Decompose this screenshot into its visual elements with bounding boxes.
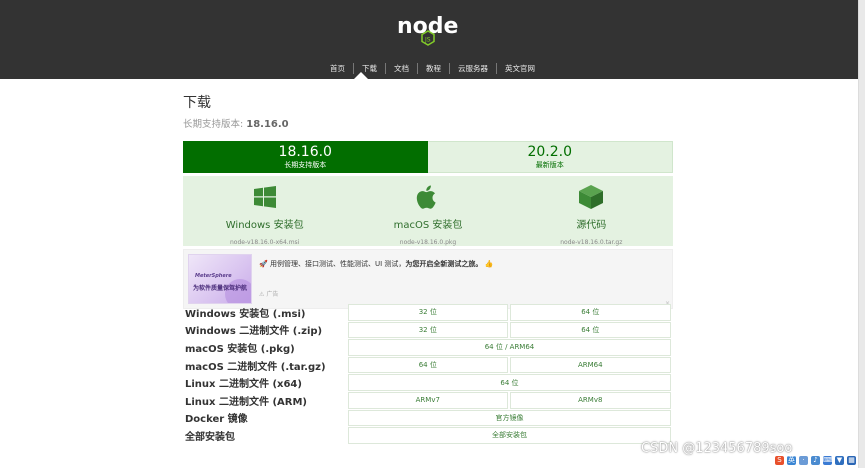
ad-banner[interactable]: MeterSphere 为软件质量保驾护航 🚀 用例管理、接口测试、性能测试、U… bbox=[183, 249, 673, 309]
ad-text-normal: 用例管理、接口测试、性能测试、UI 测试， bbox=[269, 260, 406, 268]
table-row: Windows 安装包 (.msi) 32 位 64 位 bbox=[185, 304, 671, 321]
box-icon bbox=[577, 183, 605, 211]
scrollbar[interactable] bbox=[858, 0, 865, 468]
download-link[interactable]: 全部安装包 bbox=[348, 427, 671, 444]
download-source-label: 源代码 bbox=[576, 220, 607, 231]
toolbox-icon[interactable]: ▦ bbox=[847, 455, 856, 465]
nav-english-site[interactable]: 英文官网 bbox=[497, 63, 543, 74]
download-link[interactable]: 32 位 bbox=[348, 304, 508, 321]
lts-version: 18.16.0 bbox=[246, 119, 289, 130]
table-row: Linux 二进制文件 (x64) 64 位 bbox=[185, 374, 671, 391]
download-link[interactable]: 32 位 bbox=[348, 321, 508, 339]
download-windows-label: Windows 安装包 bbox=[225, 220, 304, 231]
download-link[interactable]: 64 位 bbox=[509, 321, 671, 339]
table-row: macOS 二进制文件 (.tar.gz) 64 位 ARM64 bbox=[185, 356, 671, 374]
ad-image-slogan: 为软件质量保驾护航 bbox=[193, 285, 248, 292]
main-content: 下载 长期支持版本: 18.16.0 18.16.0 长期支持版本 20.2.0… bbox=[183, 92, 673, 444]
apple-icon bbox=[414, 183, 442, 211]
thumb-icon: 👍 bbox=[484, 260, 494, 268]
lts-info: 长期支持版本: 18.16.0 bbox=[183, 116, 673, 130]
download-link[interactable]: ARM64 bbox=[509, 356, 671, 374]
row-label: Windows 安装包 (.msi) bbox=[185, 308, 306, 320]
ad-text[interactable]: 🚀 用例管理、接口测试、性能测试、UI 测试，为您开启全新测试之旅。 👍 bbox=[259, 259, 493, 269]
download-link[interactable]: ARMv8 bbox=[509, 391, 671, 409]
tab-lts-version: 18.16.0 bbox=[278, 144, 332, 160]
download-link[interactable]: 64 位 bbox=[509, 304, 671, 321]
download-link[interactable]: 64 位 bbox=[348, 374, 671, 391]
svg-text:node: node bbox=[397, 14, 458, 39]
active-nav-indicator bbox=[354, 72, 368, 79]
lts-prefix: 长期支持版本: bbox=[183, 119, 247, 130]
table-row: Linux 二进制文件 (ARM) ARMv7 ARMv8 bbox=[185, 391, 671, 409]
download-windows[interactable]: Windows 安装包 node-v18.16.0-x64.msi bbox=[183, 176, 346, 246]
main-nav: 首页 下载 文档 教程 云服务器 英文官网 bbox=[0, 57, 865, 79]
download-table: Windows 安装包 (.msi) 32 位 64 位 Windows 二进制… bbox=[183, 303, 673, 445]
mic-icon[interactable]: ♪ bbox=[811, 455, 820, 465]
punctuation-icon[interactable]: · bbox=[799, 455, 808, 465]
table-row: macOS 安装包 (.pkg) 64 位 / ARM64 bbox=[185, 339, 671, 356]
row-label: macOS 二进制文件 (.tar.gz) bbox=[185, 361, 326, 373]
nav-tutorial[interactable]: 教程 bbox=[418, 63, 449, 74]
language-icon[interactable]: 英 bbox=[787, 455, 796, 465]
nav-docs[interactable]: 文档 bbox=[386, 63, 417, 74]
version-tabs: 18.16.0 长期支持版本 20.2.0 最新版本 bbox=[183, 141, 673, 173]
download-link[interactable]: ARMv7 bbox=[348, 391, 508, 409]
rocket-icon: 🚀 bbox=[259, 260, 268, 268]
row-label: 全部安装包 bbox=[185, 431, 235, 443]
skin-icon[interactable]: ▼ bbox=[835, 455, 844, 465]
download-source[interactable]: 源代码 node-v18.16.0.tar.gz bbox=[510, 176, 673, 246]
ad-image-brand: MeterSphere bbox=[195, 273, 232, 279]
tab-current-version: 20.2.0 bbox=[527, 144, 573, 160]
site-header: node JS 首页 下载 文档 教程 云服务器 英文官网 bbox=[0, 0, 865, 79]
page-title: 下载 bbox=[183, 95, 211, 111]
ad-mark: ⚠ 广告 bbox=[259, 289, 278, 298]
download-windows-file: node-v18.16.0-x64.msi bbox=[230, 239, 300, 246]
csdn-watermark: CSDN @123456789soo bbox=[641, 441, 793, 456]
download-panel: Windows 安装包 node-v18.16.0-x64.msi macOS … bbox=[183, 176, 673, 246]
row-label: Linux 二进制文件 (x64) bbox=[185, 379, 302, 391]
download-macos-label: macOS 安装包 bbox=[393, 220, 463, 231]
keyboard-icon[interactable]: ⌨ bbox=[823, 455, 833, 465]
ad-image[interactable]: MeterSphere 为软件质量保驾护航 bbox=[188, 254, 252, 304]
ad-text-bold: 为您开启全新测试之旅。 bbox=[405, 260, 483, 268]
nav-cloud-server[interactable]: 云服务器 bbox=[450, 63, 496, 74]
download-link[interactable]: 64 位 / ARM64 bbox=[348, 339, 671, 356]
row-label: Docker 镜像 bbox=[185, 414, 248, 426]
windows-icon bbox=[251, 183, 279, 211]
table-row: Windows 二进制文件 (.zip) 32 位 64 位 bbox=[185, 321, 671, 339]
download-link[interactable]: 64 位 bbox=[348, 356, 508, 374]
tab-current-label: 最新版本 bbox=[535, 161, 564, 169]
ime-toolbar[interactable]: S 英 · ♪ ⌨ ▼ ▦ bbox=[775, 453, 865, 467]
tab-lts[interactable]: 18.16.0 长期支持版本 bbox=[183, 141, 428, 173]
tab-current[interactable]: 20.2.0 最新版本 bbox=[427, 141, 673, 173]
download-source-file: node-v18.16.0.tar.gz bbox=[560, 239, 623, 246]
row-label: Linux 二进制文件 (ARM) bbox=[185, 396, 307, 408]
row-label: macOS 安装包 (.pkg) bbox=[185, 343, 295, 355]
svg-text:JS: JS bbox=[424, 37, 431, 44]
ad-mark-label: 广告 bbox=[266, 291, 279, 298]
nodejs-logo[interactable]: node JS bbox=[396, 13, 460, 53]
row-label: Windows 二进制文件 (.zip) bbox=[185, 326, 323, 338]
download-link[interactable]: 官方镜像 bbox=[348, 409, 671, 427]
table-row: Docker 镜像 官方镜像 bbox=[185, 409, 671, 427]
download-macos-file: node-v18.16.0.pkg bbox=[399, 239, 457, 246]
tab-lts-label: 长期支持版本 bbox=[284, 161, 327, 169]
warning-icon: ⚠ bbox=[259, 291, 265, 298]
sogou-icon[interactable]: S bbox=[775, 455, 784, 465]
nav-home[interactable]: 首页 bbox=[322, 63, 353, 74]
download-macos[interactable]: macOS 安装包 node-v18.16.0.pkg bbox=[346, 176, 509, 246]
table-row: 全部安装包 全部安装包 bbox=[185, 427, 671, 444]
